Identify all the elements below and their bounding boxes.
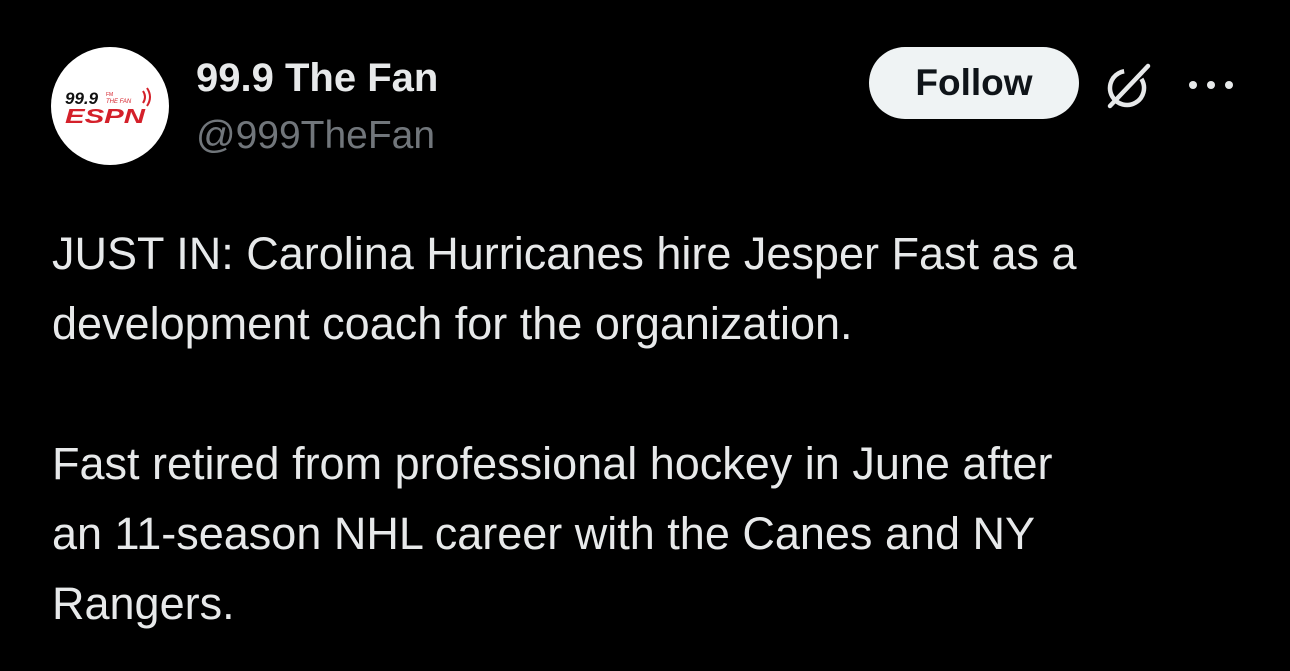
tweet-line: development coach for the organization. [52,298,853,349]
tweet: 99.9 FM THE FAN ESPN 99.9 The Fan @999Th… [0,0,1290,671]
tweet-line: an 11-season NHL career with the Canes a… [52,508,1036,559]
author-handle[interactable]: @999TheFan [196,112,438,160]
author-display-name[interactable]: 99.9 The Fan [196,54,438,102]
author-info: 99.9 The Fan @999TheFan [196,54,438,160]
station-logo-icon: 99.9 FM THE FAN ESPN [65,87,151,128]
svg-text:THE FAN: THE FAN [106,99,132,105]
grok-icon[interactable] [1100,58,1156,114]
tweet-line: Rangers. [52,578,235,629]
svg-text:ESPN: ESPN [65,106,146,128]
tweet-paragraph: Fast retired from professional hockey in… [52,429,1252,639]
svg-text:FM: FM [106,92,113,98]
tweet-text: JUST IN: Carolina Hurricanes hire Jesper… [52,219,1252,639]
more-options-icon[interactable] [1184,70,1238,100]
tweet-paragraph: JUST IN: Carolina Hurricanes hire Jesper… [52,219,1252,359]
tweet-line: Fast retired from professional hockey in… [52,438,1053,489]
avatar[interactable]: 99.9 FM THE FAN ESPN [51,47,169,165]
tweet-line: JUST IN: Carolina Hurricanes hire Jesper… [52,228,1077,279]
follow-button[interactable]: Follow [869,47,1079,119]
